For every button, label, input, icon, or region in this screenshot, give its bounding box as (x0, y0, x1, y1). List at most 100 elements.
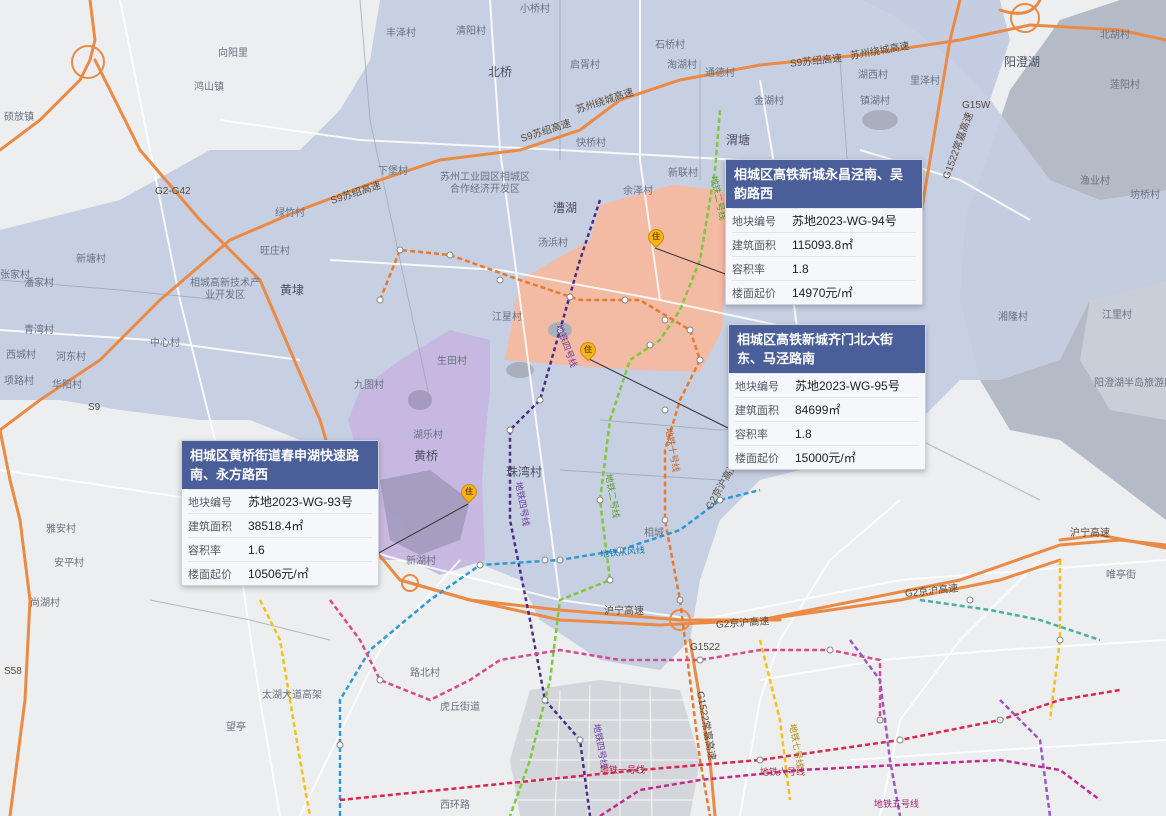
place-label: 湖乐村 (413, 430, 443, 441)
road-label: S58 (4, 666, 22, 677)
place-label: 启胥村 (570, 60, 600, 71)
place-label: 路北村 (410, 668, 440, 679)
place-label: 九图村 (354, 380, 384, 391)
row-value: 84699㎡ (795, 403, 841, 417)
marker-label: 住 (652, 232, 660, 241)
place-label: 小桥村 (520, 4, 550, 15)
parcel-card-row: 建筑面积 84699㎡ (735, 397, 919, 421)
place-label: 河东村 (56, 352, 86, 363)
row-value: 苏地2023-WG-93号 (248, 495, 353, 509)
place-label: 坊桥村 (1130, 190, 1160, 201)
row-value: 苏地2023-WG-95号 (795, 379, 900, 393)
place-label: 张家村 (0, 270, 30, 281)
row-key: 楼面起价 (732, 287, 776, 300)
road-label: G15W (962, 100, 991, 111)
place-label: 北桥 (488, 65, 513, 79)
place-label: 青湾村 (24, 325, 54, 336)
row-key: 建筑面积 (735, 404, 779, 417)
road-label: S9 (88, 402, 101, 413)
parcel-card-95[interactable]: 相城区高铁新城齐门北大街东、马泾路南 地块编号 苏地2023-WG-95号 建筑面… (728, 324, 926, 470)
pond (862, 110, 898, 130)
row-value: 15000元/㎡ (795, 451, 856, 465)
parcel-card-row: 地块编号 苏地2023-WG-95号 (735, 373, 919, 397)
place-label: 新湖村 (406, 556, 436, 567)
parcel-card-row: 建筑面积 115093.8㎡ (732, 232, 916, 256)
place-label: 丰泽村 (386, 28, 416, 39)
place-label: 通德村 (705, 68, 735, 79)
place-label: 石桥村 (655, 40, 685, 51)
place-label: 太湖大道高架 (262, 690, 322, 701)
place-label: 鸿山镇 (194, 82, 224, 93)
road-label: 沪宁高速 (1070, 528, 1110, 539)
parcel-card-row: 建筑面积 38518.4㎡ (188, 513, 372, 537)
place-label: 余泽村 (623, 186, 653, 197)
row-value: 115093.8㎡ (792, 238, 854, 252)
hitech-label: 相城高新技术产业开发区 (190, 278, 260, 301)
place-label: 向阳里 (218, 48, 248, 59)
parcel-card-title: 相城区黄桥街道春申湖快速路南、永方路西 (182, 441, 378, 489)
place-label: 阳澄湖半岛旅游度 (1094, 378, 1166, 389)
place-label: 里泽村 (910, 76, 940, 87)
parcel-card-title: 相城区高铁新城永昌泾南、吴韵路西 (726, 160, 922, 208)
row-key: 容积率 (732, 263, 765, 276)
place-label: 渭塘 (726, 133, 751, 147)
place-label: 虎丘街道 (440, 702, 480, 713)
place-label: 西城村 (6, 350, 36, 361)
row-key: 楼面起价 (188, 568, 232, 581)
marker-label: 住 (465, 487, 473, 496)
place-label: 生田村 (437, 356, 467, 367)
place-label: 渔业村 (1080, 176, 1110, 187)
row-value: 14970元/㎡ (792, 286, 853, 300)
place-label: 江星村 (492, 312, 522, 323)
map-canvas[interactable] (0, 0, 1166, 816)
row-key: 地块编号 (735, 380, 779, 393)
place-label: 唯亭街 (1106, 570, 1136, 581)
road-label: G2-G42 (155, 186, 191, 197)
place-label: 项路村 (4, 376, 34, 387)
place-label: 漕湖 (553, 201, 578, 215)
row-key: 地块编号 (188, 496, 232, 509)
place-label: 安平村 (54, 558, 84, 569)
place-label: 金湖村 (754, 96, 784, 107)
place-label: 莲阳村 (1110, 80, 1140, 91)
place-label: 新联村 (668, 168, 698, 179)
parcel-card-row: 地块编号 苏地2023-WG-94号 (732, 208, 916, 232)
row-key: 建筑面积 (188, 520, 232, 533)
place-label: 西环路 (440, 800, 470, 811)
parcel-card-93[interactable]: 相城区黄桥街道春申湖快速路南、永方路西 地块编号 苏地2023-WG-93号 建筑… (181, 440, 379, 586)
place-label: 新塘村 (76, 254, 106, 265)
parcel-card-row: 容积率 1.8 (735, 421, 919, 445)
road-label: G1522 (690, 642, 721, 653)
row-value: 38518.4㎡ (248, 519, 304, 533)
marker-label: 住 (584, 345, 592, 354)
place-label: 黄埭 (280, 283, 305, 297)
place-label: 望亭 (226, 722, 246, 733)
parcel-card-row: 楼面起价 10506元/㎡ (188, 561, 372, 585)
row-key: 楼面起价 (735, 452, 779, 465)
row-value: 1.8 (792, 261, 809, 276)
place-label: 下堡村 (378, 166, 408, 177)
metro-label: 地铁五号线 (874, 799, 920, 809)
row-key: 地块编号 (732, 215, 776, 228)
parcel-card-94[interactable]: 相城区高铁新城永昌泾南、吴韵路西 地块编号 苏地2023-WG-94号 建筑面积 1… (725, 159, 923, 305)
parcel-card-title: 相城区高铁新城齐门北大街东、马泾路南 (729, 325, 925, 373)
parcel-card-row: 容积率 1.8 (732, 256, 916, 280)
place-label: 江里村 (1102, 310, 1132, 321)
row-value: 苏地2023-WG-94号 (792, 214, 897, 228)
road-label: 沪宁高速 (604, 606, 644, 617)
row-key: 容积率 (188, 544, 221, 557)
row-key: 容积率 (735, 428, 768, 441)
row-value: 1.8 (795, 426, 812, 441)
parcel-card-row: 楼面起价 15000元/㎡ (735, 445, 919, 469)
place-label: 硕放镇 (4, 112, 34, 123)
metro-label: 地铁一号线 (600, 765, 646, 775)
parcel-card-row: 地块编号 苏地2023-WG-93号 (188, 489, 372, 513)
place-label: 湖西村 (858, 70, 888, 81)
row-value: 1.6 (248, 542, 265, 557)
place-label: 旺庄村 (260, 246, 290, 257)
place-label: 珠湾村 (506, 465, 543, 479)
place-label: 镇湖村 (860, 96, 890, 107)
place-label: 黄桥 (414, 449, 439, 463)
row-value: 10506元/㎡ (248, 567, 309, 581)
place-label: 华阳村 (52, 380, 82, 391)
